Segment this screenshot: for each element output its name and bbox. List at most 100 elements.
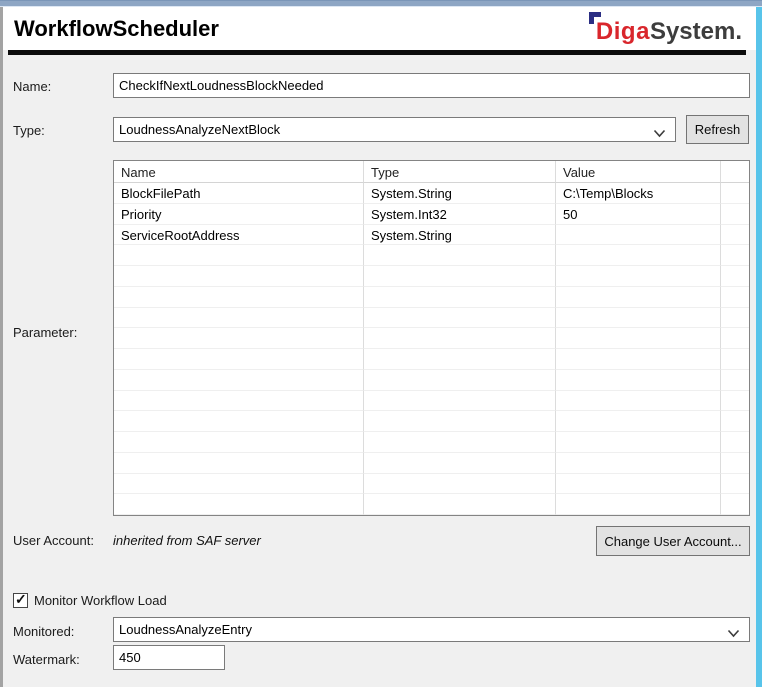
- param-name-cell: [114, 349, 364, 370]
- param-name-cell: [114, 474, 364, 495]
- param-type-cell: [364, 266, 556, 287]
- name-label: Name:: [13, 79, 51, 94]
- param-filler-cell: [721, 453, 749, 474]
- param-filler-cell: [721, 308, 749, 329]
- param-filler-cell: [721, 266, 749, 287]
- param-name-cell: [114, 432, 364, 453]
- param-filler-cell: [721, 494, 749, 515]
- change-user-account-button[interactable]: Change User Account...: [596, 526, 750, 556]
- param-filler-cell: [721, 474, 749, 495]
- param-filler-cell: [721, 432, 749, 453]
- param-value-cell: [556, 411, 721, 432]
- param-name-cell: [114, 391, 364, 412]
- param-type-cell: [364, 328, 556, 349]
- table-row[interactable]: [114, 349, 749, 370]
- param-type-cell: [364, 474, 556, 495]
- column-header-name[interactable]: Name: [114, 161, 364, 183]
- table-row[interactable]: [114, 328, 749, 349]
- param-value-cell: [556, 474, 721, 495]
- param-filler-cell: [721, 183, 749, 204]
- param-filler-cell: [721, 370, 749, 391]
- param-value-cell: C:\Temp\Blocks: [556, 183, 721, 204]
- param-name-cell: BlockFilePath: [114, 183, 364, 204]
- table-row[interactable]: [114, 494, 749, 515]
- column-header-value[interactable]: Value: [556, 161, 721, 183]
- param-type-cell: [364, 349, 556, 370]
- param-filler-cell: [721, 204, 749, 225]
- checkbox-label: Monitor Workflow Load: [34, 593, 167, 608]
- chevron-down-icon: [653, 126, 666, 141]
- param-value-cell: [556, 349, 721, 370]
- param-value-cell: [556, 391, 721, 412]
- param-name-cell: Priority: [114, 204, 364, 225]
- name-input[interactable]: [113, 73, 750, 98]
- param-value-cell: [556, 494, 721, 515]
- checkbox-box: ✓: [13, 593, 28, 608]
- param-value-cell: [556, 287, 721, 308]
- column-header-type[interactable]: Type: [364, 161, 556, 183]
- param-type-cell: [364, 453, 556, 474]
- header-divider-rule: [8, 50, 746, 55]
- check-icon: ✓: [15, 592, 27, 607]
- type-combobox[interactable]: LoudnessAnalyzeNextBlock: [113, 117, 676, 142]
- monitored-combobox-value: LoudnessAnalyzeEntry: [119, 622, 252, 637]
- table-row[interactable]: [114, 474, 749, 495]
- parameter-table: Name Type Value BlockFilePath System.Str…: [113, 160, 750, 516]
- table-row[interactable]: Priority System.Int32 50: [114, 204, 749, 225]
- param-name-cell: [114, 494, 364, 515]
- param-type-cell: [364, 287, 556, 308]
- monitored-combobox[interactable]: LoudnessAnalyzeEntry: [113, 617, 750, 642]
- monitor-workflow-load-checkbox[interactable]: ✓ Monitor Workflow Load: [13, 593, 167, 608]
- param-name-cell: [114, 453, 364, 474]
- param-filler-cell: [721, 411, 749, 432]
- table-row[interactable]: [114, 391, 749, 412]
- param-type-cell: [364, 308, 556, 329]
- param-value-cell: [556, 432, 721, 453]
- param-name-cell: [114, 287, 364, 308]
- watermark-label: Watermark:: [13, 652, 80, 667]
- param-name-cell: [114, 328, 364, 349]
- watermark-input[interactable]: [113, 645, 225, 670]
- param-name-cell: ServiceRootAddress: [114, 225, 364, 246]
- param-value-cell: [556, 453, 721, 474]
- table-row[interactable]: [114, 308, 749, 329]
- param-type-cell: System.Int32: [364, 204, 556, 225]
- table-row[interactable]: [114, 245, 749, 266]
- refresh-button[interactable]: Refresh: [686, 115, 749, 144]
- table-row[interactable]: [114, 370, 749, 391]
- param-type-cell: [364, 494, 556, 515]
- logo-text-system: System.: [650, 18, 742, 45]
- table-row[interactable]: [114, 453, 749, 474]
- table-row[interactable]: BlockFilePath System.String C:\Temp\Bloc…: [114, 183, 749, 204]
- param-type-cell: [364, 432, 556, 453]
- param-value-cell: [556, 245, 721, 266]
- type-combobox-value: LoudnessAnalyzeNextBlock: [119, 122, 280, 137]
- workflow-scheduler-panel: WorkflowScheduler DigaSystem. Name: Type…: [0, 0, 762, 687]
- param-type-cell: [364, 245, 556, 266]
- table-row[interactable]: [114, 266, 749, 287]
- param-filler-cell: [721, 287, 749, 308]
- param-value-cell: [556, 328, 721, 349]
- header: WorkflowScheduler DigaSystem.: [3, 7, 756, 50]
- table-row[interactable]: [114, 287, 749, 308]
- user-account-value: inherited from SAF server: [113, 533, 261, 548]
- digasystem-logo: DigaSystem.: [596, 12, 742, 46]
- table-row[interactable]: ServiceRootAddress System.String: [114, 225, 749, 246]
- param-type-cell: System.String: [364, 225, 556, 246]
- logo-corner-icon: [589, 12, 601, 24]
- table-row[interactable]: [114, 411, 749, 432]
- param-filler-cell: [721, 225, 749, 246]
- table-row[interactable]: [114, 432, 749, 453]
- column-header-filler: [721, 161, 749, 183]
- type-label: Type:: [13, 123, 45, 138]
- page-title: WorkflowScheduler: [14, 16, 219, 42]
- param-name-cell: [114, 266, 364, 287]
- param-name-cell: [114, 370, 364, 391]
- parameter-table-header: Name Type Value: [114, 161, 749, 183]
- param-name-cell: [114, 411, 364, 432]
- param-name-cell: [114, 308, 364, 329]
- param-value-cell: [556, 308, 721, 329]
- left-edge-border: [0, 7, 3, 687]
- chevron-down-icon: [727, 626, 740, 641]
- param-value-cell: 50: [556, 204, 721, 225]
